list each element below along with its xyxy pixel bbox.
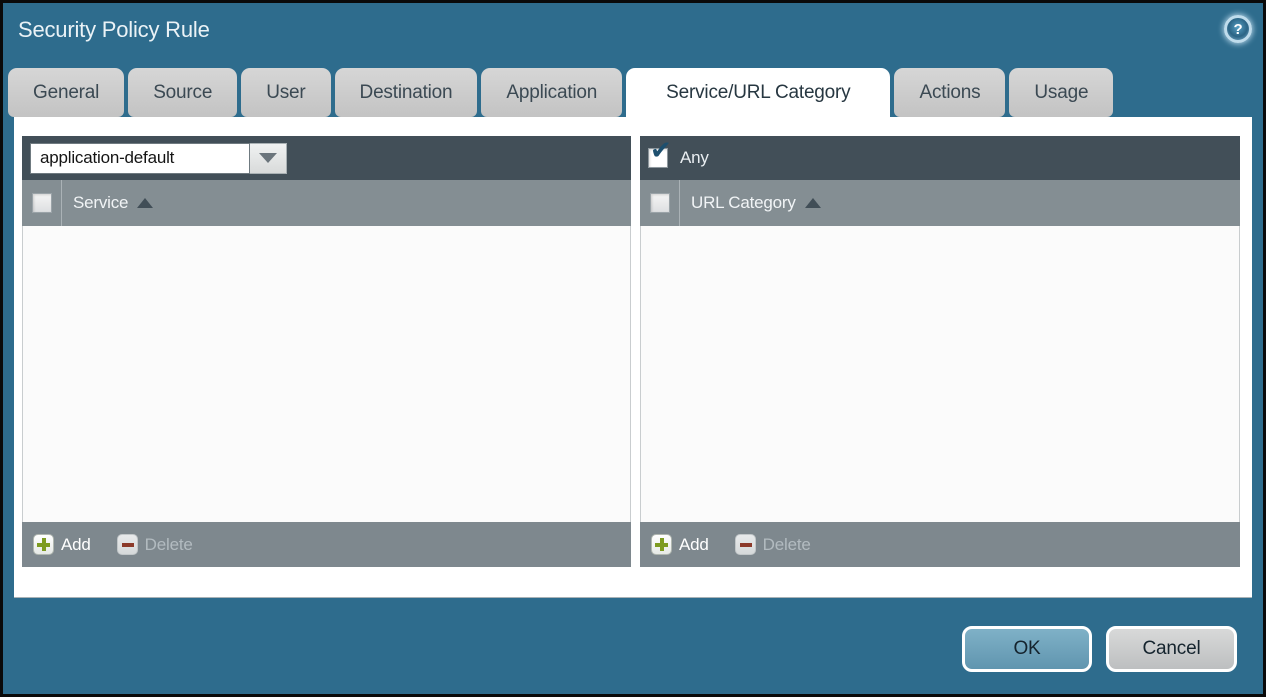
tab-destination[interactable]: Destination: [335, 68, 478, 117]
tab-source[interactable]: Source: [128, 68, 237, 117]
service-toolbar: application-default: [22, 136, 631, 180]
url-category-column-sort[interactable]: URL Category: [691, 193, 821, 213]
ok-button[interactable]: OK: [962, 626, 1092, 672]
tab-general[interactable]: General: [8, 68, 124, 117]
service-type-dropdown-button[interactable]: [250, 143, 287, 174]
any-checkbox[interactable]: ✔: [648, 148, 668, 168]
service-type-dropdown[interactable]: application-default: [30, 143, 287, 174]
service-delete-button[interactable]: Delete: [117, 534, 193, 555]
url-category-toolbar: ✔ Any: [640, 136, 1240, 180]
checkmark-icon: ✔: [650, 138, 672, 164]
sort-ascending-icon: [805, 198, 821, 208]
help-glyph: ?: [1234, 21, 1243, 38]
service-column-label: Service: [73, 193, 128, 213]
cancel-button[interactable]: Cancel: [1106, 626, 1237, 672]
chevron-down-icon: [259, 153, 277, 163]
service-type-dropdown-value[interactable]: application-default: [30, 143, 250, 174]
sort-ascending-icon: [137, 198, 153, 208]
help-icon[interactable]: ?: [1224, 15, 1252, 43]
url-category-table-body: [640, 226, 1240, 522]
security-policy-rule-dialog: Security Policy Rule ? General Source Us…: [0, 0, 1266, 697]
service-table-body: [22, 226, 631, 522]
service-add-button[interactable]: Add: [33, 534, 91, 555]
url-category-footer: Add Delete: [640, 522, 1240, 567]
url-category-delete-button[interactable]: Delete: [735, 534, 811, 555]
add-plus-icon: [651, 534, 672, 555]
tab-usage[interactable]: Usage: [1009, 68, 1113, 117]
service-table-header: Service: [22, 180, 631, 226]
tab-user[interactable]: User: [241, 68, 330, 117]
delete-minus-icon: [117, 534, 138, 555]
tab-application[interactable]: Application: [481, 68, 622, 117]
url-category-panel: ✔ Any URL Category Add: [640, 136, 1240, 567]
dialog-title: Security Policy Rule: [18, 17, 210, 43]
any-checkbox-label: Any: [680, 148, 709, 168]
service-footer: Add Delete: [22, 522, 631, 567]
url-category-add-button[interactable]: Add: [651, 534, 709, 555]
url-category-table-header: URL Category: [640, 180, 1240, 226]
add-plus-icon: [33, 534, 54, 555]
url-category-select-all-checkbox[interactable]: [650, 193, 670, 213]
tab-content-service-url-category: application-default Service: [14, 117, 1252, 598]
tab-bar: General Source User Destination Applicat…: [8, 68, 1113, 117]
tab-actions[interactable]: Actions: [894, 68, 1005, 117]
service-panel: application-default Service: [22, 136, 631, 567]
service-select-all-checkbox[interactable]: [32, 193, 52, 213]
delete-minus-icon: [735, 534, 756, 555]
url-category-column-label: URL Category: [691, 193, 796, 213]
tab-service-url-category[interactable]: Service/URL Category: [626, 68, 890, 117]
service-column-sort[interactable]: Service: [73, 193, 153, 213]
